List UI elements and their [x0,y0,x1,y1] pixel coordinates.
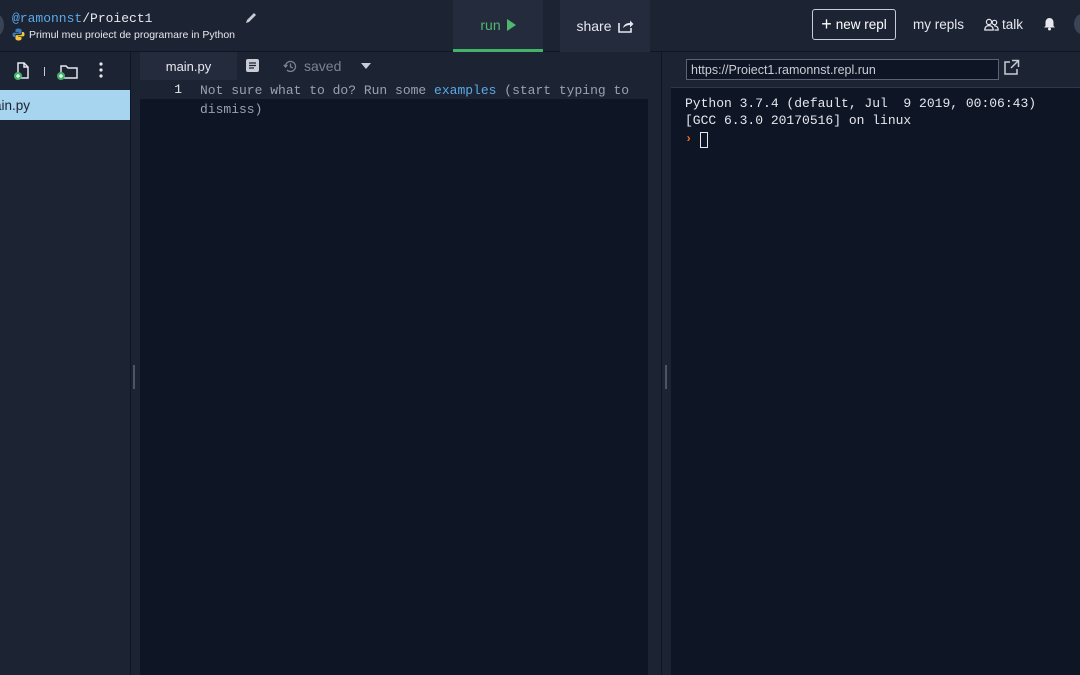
plus-icon: + [821,13,832,34]
run-label: run [480,16,501,33]
bell-icon[interactable] [1043,17,1056,31]
prompt-arrow-icon: › [685,132,693,146]
talk-label: talk [1002,17,1024,32]
talk-link[interactable]: talk [984,17,1023,32]
repl-title: @ramonnst/Proiect1 [12,11,152,26]
top-header: @ramonnst/Proiect1 Primul meu proiect de… [0,0,1080,52]
user-avatar[interactable] [1074,14,1080,34]
run-button[interactable]: run [453,0,543,52]
repl-url-field[interactable] [686,59,999,80]
editor-placeholder: Not sure what to do? Run some examples (… [200,82,640,119]
console-line: Python 3.7.4 (default, Jul 9 2019, 00:06… [685,96,1037,111]
description-text: Primul meu proiect de programare in Pyth… [29,28,236,41]
add-file-icon[interactable] [13,61,31,81]
right-panel-splitter [661,52,671,675]
console-cursor [700,131,709,148]
new-repl-label: new repl [835,17,887,32]
editor-scrollbar[interactable] [648,80,661,675]
save-status: saved [283,58,341,74]
file-tree-panel: ain.py [0,52,130,675]
owner-link[interactable]: @ramonnst [12,11,82,26]
console-output[interactable]: Python 3.7.4 (default, Jul 9 2019, 00:06… [671,88,1080,675]
people-icon [984,18,999,31]
history-icon [283,60,297,72]
file-tree-toolbar [0,52,130,88]
toolbar-divider [44,67,45,76]
add-folder-icon[interactable] [56,62,79,81]
console-url-bar [671,52,1080,88]
python-icon [12,28,25,41]
tab-main-py[interactable]: main.py [140,52,237,80]
console-line: [GCC 6.3.0 20170516] on linux [685,113,912,128]
document-icon[interactable] [245,58,260,73]
save-status-label: saved [304,58,342,74]
line-number: 1 [174,82,182,97]
placeholder-text-start: Not sure what to do? Run some [200,83,435,98]
editor-tab-bar: main.py saved [140,52,661,80]
pencil-icon[interactable] [244,11,258,25]
project-avatar[interactable] [0,14,4,36]
console-prompt-row[interactable]: › [685,131,1066,148]
share-button[interactable]: share [560,0,650,52]
open-in-new-tab-icon[interactable] [1003,59,1020,76]
file-item-label: ain.py [0,97,31,113]
code-editor[interactable]: 1 Not sure what to do? Run some examples… [140,80,661,675]
caret-down-icon[interactable] [361,63,371,69]
share-icon [617,20,634,33]
new-repl-button[interactable]: + new repl [812,9,896,40]
play-icon [506,18,516,31]
kebab-menu-icon[interactable] [98,62,104,78]
right-resize-handle[interactable] [665,365,667,389]
file-item-main-py[interactable]: ain.py [0,90,130,120]
left-resize-handle[interactable] [133,365,135,389]
left-panel-splitter [130,52,140,675]
repl-description: Primul meu proiect de programare in Pyth… [12,28,235,41]
title-separator: / [82,11,91,26]
share-label: share [576,18,612,34]
examples-link[interactable]: examples [434,83,496,98]
my-repls-link[interactable]: my repls [913,17,964,32]
repl-name[interactable]: Proiect1 [90,11,152,26]
